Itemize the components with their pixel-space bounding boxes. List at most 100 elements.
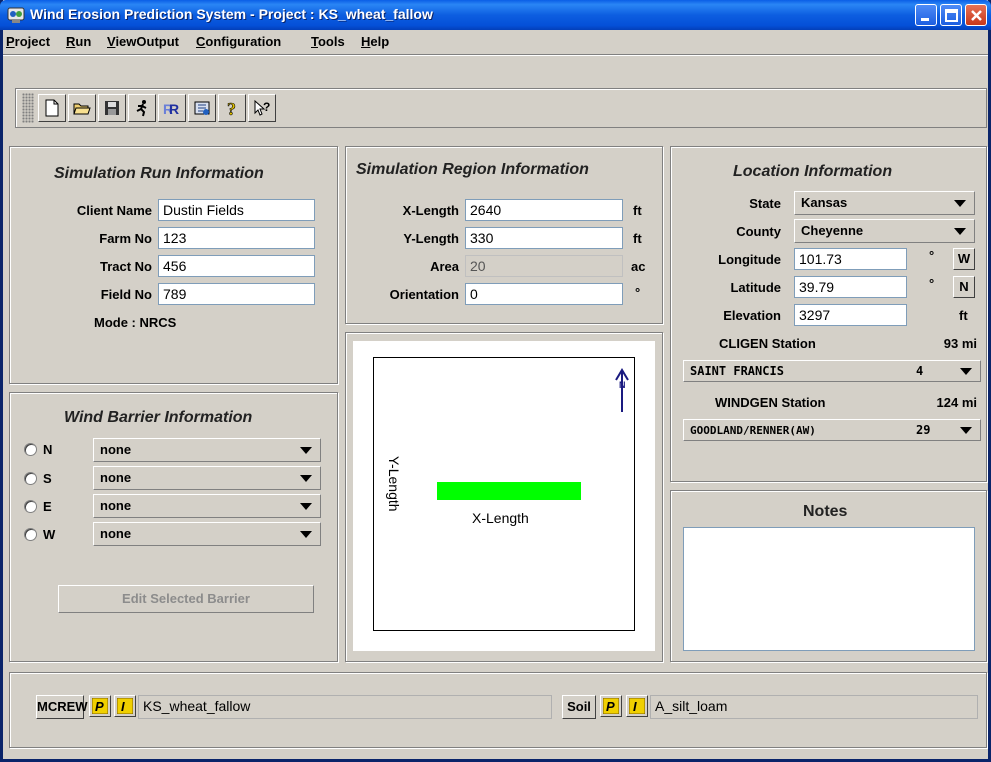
context-help-button[interactable]: ? (248, 94, 276, 122)
mcrew-i-button[interactable]: I (114, 695, 136, 717)
open-folder-icon (73, 103, 91, 115)
toolbar-grip[interactable] (22, 93, 34, 123)
windgen-station-select[interactable]: GOODLAND/RENNER(AW) 29 (683, 419, 981, 441)
run-button[interactable] (128, 94, 156, 122)
report-button[interactable] (188, 94, 216, 122)
minimize-button[interactable] (915, 4, 937, 26)
maximize-button[interactable] (940, 4, 962, 26)
chevron-down-icon (300, 503, 312, 510)
simulation-run-panel: Simulation Run Information Client Name D… (9, 146, 338, 384)
help-question-icon: ? (227, 99, 237, 117)
rerun-button[interactable]: RR (158, 94, 186, 122)
menu-tools[interactable]: Tools (311, 34, 345, 49)
x-length-field[interactable]: 2640 (465, 199, 623, 221)
soil-file-field: A_silt_loam (650, 695, 978, 719)
svg-text:I: I (121, 699, 125, 714)
save-button[interactable] (98, 94, 126, 122)
simulation-region-title: Simulation Region Information (356, 161, 589, 178)
latitude-direction-button[interactable]: N (953, 276, 975, 298)
barrier-radio-n[interactable] (24, 443, 37, 456)
menu-project[interactable]: Project (6, 34, 50, 49)
svg-text:?: ? (263, 100, 270, 114)
svg-text:R: R (169, 101, 179, 117)
menu-help[interactable]: Help (361, 34, 389, 49)
orientation-label: Orientation (389, 287, 459, 302)
north-arrow-icon (615, 368, 629, 412)
menu-run[interactable]: Run (66, 34, 91, 49)
run-figure-icon (136, 100, 147, 117)
mode-label: Mode : NRCS (94, 315, 177, 330)
context-help-icon: ? (254, 99, 270, 116)
cligen-station-select[interactable]: SAINT FRANCIS 4 (683, 360, 981, 382)
tract-no-field[interactable]: 456 (158, 255, 315, 277)
client-name-field[interactable]: Dustin Fields (158, 199, 315, 221)
longitude-field[interactable]: 101.73 (794, 248, 907, 270)
chevron-down-icon (300, 475, 312, 482)
elevation-field[interactable]: 3297 (794, 304, 907, 326)
mcrew-file-field: KS_wheat_fallow (138, 695, 552, 719)
new-button[interactable] (38, 94, 66, 122)
barrier-select-s[interactable]: none (93, 466, 321, 490)
chevron-down-icon (960, 427, 972, 434)
farm-no-field[interactable]: 123 (158, 227, 315, 249)
notes-textarea[interactable] (683, 527, 975, 651)
state-select[interactable]: Kansas (794, 191, 975, 215)
state-label: State (749, 196, 781, 211)
soil-i-button[interactable]: I (626, 695, 648, 717)
app-window: Wind Erosion Prediction System - Project… (0, 0, 991, 762)
y-length-unit: ft (633, 231, 642, 246)
svg-text:P: P (95, 699, 104, 714)
open-button[interactable] (68, 94, 96, 122)
longitude-direction-button[interactable]: W (953, 248, 975, 270)
windgen-station-label: WINDGEN Station (715, 395, 826, 410)
barrier-label-n: N (43, 442, 53, 457)
field-no-label: Field No (100, 287, 152, 302)
barrier-select-w[interactable]: none (93, 522, 321, 546)
svg-text:I: I (633, 699, 637, 714)
cligen-distance: 93 mi (943, 336, 977, 351)
minimize-icon (921, 18, 929, 21)
field-no-field[interactable]: 789 (158, 283, 315, 305)
menu-viewoutput[interactable]: ViewOutput (107, 34, 179, 49)
menu-configuration[interactable]: Configuration (196, 34, 281, 49)
chevron-down-icon (960, 368, 972, 375)
edit-selected-barrier-button[interactable]: Edit Selected Barrier (58, 585, 314, 613)
title-bar[interactable]: Wind Erosion Prediction System - Project… (0, 0, 991, 30)
window-title: Wind Erosion Prediction System - Project… (30, 6, 433, 22)
latitude-degree: ° (929, 276, 935, 291)
mcrew-p-button[interactable]: P (89, 695, 111, 717)
location-panel: Location Information State Kansas County… (670, 146, 987, 482)
x-length-label: X-Length (402, 203, 459, 218)
county-select[interactable]: Cheyenne (794, 219, 975, 243)
close-icon (971, 10, 982, 21)
north-label: N (619, 380, 626, 390)
barrier-label-s: S (43, 471, 52, 486)
soil-button[interactable]: Soil (562, 695, 596, 719)
farm-no-label: Farm No (99, 231, 152, 246)
mcrew-button[interactable]: MCREW (36, 695, 88, 719)
barrier-radio-w[interactable] (24, 528, 37, 541)
cligen-station-label: CLIGEN Station (719, 336, 816, 351)
menu-bar: Project Run ViewOutput Configuration Too… (3, 30, 988, 54)
soil-p-button[interactable]: P (600, 695, 622, 717)
area-unit: ac (631, 259, 646, 274)
latitude-field[interactable]: 39.79 (794, 276, 907, 298)
barrier-select-e[interactable]: none (93, 494, 321, 518)
barrier-select-n[interactable]: none (93, 438, 321, 462)
toolbar: RR ? ? (15, 88, 987, 128)
help-button[interactable]: ? (218, 94, 246, 122)
close-button[interactable] (965, 4, 987, 26)
field-diagram-panel: Y-Length X-Length N (345, 332, 663, 662)
orientation-field[interactable]: 0 (465, 283, 623, 305)
diagram-canvas: Y-Length X-Length N (353, 341, 655, 651)
area-field: 20 (465, 255, 623, 277)
wind-barrier-panel: Wind Barrier Information N none S none E… (9, 392, 338, 662)
rerun-r-icon: RR (163, 101, 179, 117)
barrier-radio-s[interactable] (24, 472, 37, 485)
orientation-unit: ° (635, 285, 641, 300)
barrier-radio-e[interactable] (24, 500, 37, 513)
x-length-unit: ft (633, 203, 642, 218)
y-length-field[interactable]: 330 (465, 227, 623, 249)
area-label: Area (430, 259, 459, 274)
client-name-label: Client Name (76, 203, 152, 218)
